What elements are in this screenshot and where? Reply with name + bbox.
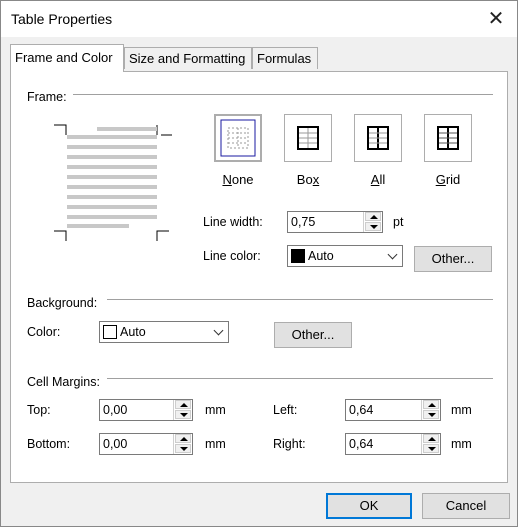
spin-up-icon[interactable] [175, 434, 191, 443]
frame-none-button[interactable] [214, 114, 262, 162]
background-color-label: Color: [27, 325, 61, 339]
spin-down-icon[interactable] [175, 444, 191, 453]
line-color-label: Line color: [203, 249, 261, 263]
frame-box-label: Box [296, 172, 320, 187]
margin-top-label: Top: [27, 403, 51, 417]
ok-button[interactable]: OK [326, 493, 412, 519]
spin-down-icon[interactable] [423, 444, 439, 453]
margin-top-spinbox[interactable]: 0,00 [99, 399, 193, 421]
frame-grid-label: Grid [435, 172, 461, 187]
frame-preview [54, 124, 172, 241]
margin-bottom-label: Bottom: [27, 437, 71, 451]
spin-down-icon[interactable] [423, 410, 439, 419]
background-color-swatch [103, 325, 117, 339]
spin-up-icon[interactable] [365, 212, 381, 221]
line-color-swatch [291, 249, 305, 263]
margin-right-spinner[interactable] [421, 434, 440, 454]
tab-size-and-formatting[interactable]: Size and Formatting [124, 47, 252, 69]
background-group-label: Background: [27, 296, 98, 310]
frame-all-label: All [370, 172, 386, 187]
line-width-spinner[interactable] [363, 212, 382, 232]
line-width-spinbox[interactable]: 0,75 [287, 211, 383, 233]
frame-group-line [73, 94, 493, 95]
frame-all-icon [367, 126, 389, 150]
margin-top-unit: mm [205, 403, 226, 417]
chevron-down-icon [213, 325, 224, 336]
margin-right-spinbox[interactable]: 0,64 [345, 433, 441, 455]
cancel-button[interactable]: Cancel [422, 493, 510, 519]
margin-left-label: Left: [273, 403, 298, 417]
margin-left-unit: mm [451, 403, 472, 417]
line-color-value: Auto [308, 249, 334, 263]
spin-up-icon[interactable] [423, 434, 439, 443]
frame-all-button[interactable] [354, 114, 402, 162]
margin-left-spinbox[interactable]: 0,64 [345, 399, 441, 421]
margins-group-line [107, 378, 493, 379]
background-color-dropdown[interactable]: Auto [99, 321, 229, 343]
background-other-button[interactable]: Other... [274, 322, 352, 348]
frame-group-label: Frame: [27, 90, 67, 104]
margin-bottom-value: 0,00 [103, 437, 128, 451]
window-title: Table Properties [11, 11, 113, 27]
margin-bottom-unit: mm [205, 437, 226, 451]
margin-bottom-spinner[interactable] [173, 434, 192, 454]
background-color-value: Auto [120, 325, 146, 339]
margin-left-value: 0,64 [349, 403, 374, 417]
frame-none-label: None [222, 172, 254, 187]
close-icon[interactable]: ✕ [481, 5, 511, 33]
margin-bottom-spinbox[interactable]: 0,00 [99, 433, 193, 455]
margin-right-label: Right: [273, 437, 306, 451]
line-color-other-button[interactable]: Other... [414, 246, 492, 272]
tab-frame-and-color[interactable]: Frame and Color [10, 44, 124, 72]
margin-left-spinner[interactable] [421, 400, 440, 420]
margins-group-label: Cell Margins: [27, 375, 100, 389]
margin-top-value: 0,00 [103, 403, 128, 417]
spin-up-icon[interactable] [423, 400, 439, 409]
margin-right-unit: mm [451, 437, 472, 451]
background-group-line [107, 299, 493, 300]
margin-top-spinner[interactable] [173, 400, 192, 420]
frame-grid-icon [437, 126, 459, 150]
frame-none-icon [220, 119, 256, 157]
line-width-value: 0,75 [291, 215, 316, 229]
spin-down-icon[interactable] [175, 410, 191, 419]
title-bar: Table Properties ✕ [1, 1, 517, 37]
line-color-dropdown[interactable]: Auto [287, 245, 403, 267]
spin-up-icon[interactable] [175, 400, 191, 409]
chevron-down-icon [387, 249, 398, 260]
frame-grid-button[interactable] [424, 114, 472, 162]
frame-box-button[interactable] [284, 114, 332, 162]
line-width-label: Line width: [203, 215, 263, 229]
frame-box-icon [297, 126, 319, 150]
tab-formulas[interactable]: Formulas [252, 47, 318, 69]
margin-right-value: 0,64 [349, 437, 374, 451]
table-properties-dialog: Table Properties ✕ Frame and Color Size … [0, 0, 518, 527]
spin-down-icon[interactable] [365, 222, 381, 231]
line-width-unit: pt [393, 215, 404, 229]
